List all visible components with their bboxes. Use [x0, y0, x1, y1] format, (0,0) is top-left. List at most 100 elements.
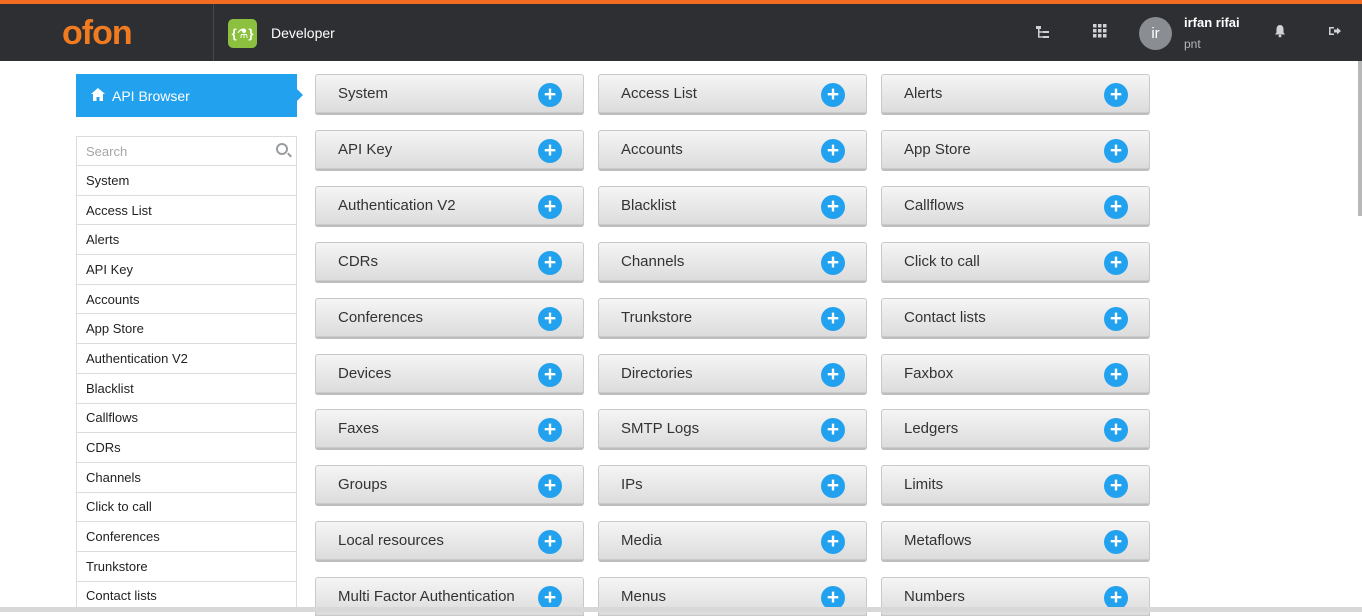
api-card-label: Ledgers [904, 420, 959, 437]
plus-icon[interactable]: + [821, 530, 845, 554]
api-card-label: Authentication V2 [338, 197, 456, 214]
api-card[interactable]: Callflows + [881, 186, 1150, 225]
api-card[interactable]: API Key + [315, 130, 584, 169]
app-name[interactable]: Developer [271, 25, 335, 41]
developer-app-icon[interactable]: {⚗} [228, 19, 257, 48]
plus-icon[interactable]: + [538, 363, 562, 387]
plus-icon[interactable]: + [1104, 251, 1128, 275]
plus-icon[interactable]: + [1104, 474, 1128, 498]
api-card-label: CDRs [338, 253, 378, 270]
api-card[interactable]: Local resources + [315, 521, 584, 560]
sidebar-item[interactable]: Trunkstore [77, 552, 296, 582]
sidebar-item[interactable]: Click to call [77, 493, 296, 523]
plus-icon[interactable]: + [538, 418, 562, 442]
sidebar-item[interactable]: Conferences [77, 522, 296, 552]
api-card[interactable]: Faxes + [315, 409, 584, 448]
tree-icon[interactable] [1034, 24, 1052, 44]
sidebar-item[interactable]: Access List [77, 196, 296, 226]
user-avatar[interactable]: ir [1139, 17, 1172, 50]
api-card[interactable]: Faxbox + [881, 354, 1150, 393]
api-card[interactable]: Contact lists + [881, 298, 1150, 337]
api-card[interactable]: Accounts + [598, 130, 867, 169]
api-card[interactable]: Blacklist + [598, 186, 867, 225]
home-icon [91, 87, 105, 104]
plus-icon[interactable]: + [1104, 418, 1128, 442]
sidebar-item[interactable]: CDRs [77, 433, 296, 463]
api-card[interactable]: SMTP Logs + [598, 409, 867, 448]
api-card[interactable]: Trunkstore + [598, 298, 867, 337]
plus-icon[interactable]: + [821, 195, 845, 219]
plus-icon[interactable]: + [538, 83, 562, 107]
api-card[interactable]: Metaflows + [881, 521, 1150, 560]
bell-icon[interactable] [1271, 24, 1289, 42]
sidebar-item[interactable]: Alerts [77, 225, 296, 256]
api-card-label: Devices [338, 365, 392, 382]
plus-icon[interactable]: + [538, 251, 562, 275]
plus-icon[interactable]: + [821, 418, 845, 442]
api-card[interactable]: Ledgers + [881, 409, 1150, 448]
api-card[interactable]: Media + [598, 521, 867, 560]
plus-icon[interactable]: + [538, 530, 562, 554]
plus-icon[interactable]: + [821, 139, 845, 163]
sidebar-item[interactable]: System [77, 166, 296, 196]
api-card[interactable]: Click to call + [881, 242, 1150, 281]
api-card-label: Trunkstore [621, 309, 693, 326]
api-card-label: Groups [338, 476, 388, 493]
apps-grid-icon[interactable] [1091, 24, 1109, 42]
ofon-logo[interactable]: ofon [62, 14, 133, 53]
plus-icon[interactable]: + [1104, 139, 1128, 163]
plus-icon[interactable]: + [821, 83, 845, 107]
api-card[interactable]: Devices + [315, 354, 584, 393]
api-browser-tab[interactable]: API Browser [76, 74, 303, 117]
plus-icon[interactable]: + [1104, 195, 1128, 219]
plus-icon[interactable]: + [538, 307, 562, 331]
api-card-label: Faxes [338, 420, 379, 437]
api-browser-label: API Browser [112, 87, 190, 104]
plus-icon[interactable]: + [1104, 307, 1128, 331]
search-input[interactable] [77, 137, 296, 165]
api-card[interactable]: Authentication V2 + [315, 186, 584, 225]
sidebar-item[interactable]: Accounts [77, 285, 296, 315]
sidebar-item[interactable]: Blacklist [77, 374, 296, 404]
plus-icon[interactable]: + [538, 195, 562, 219]
api-card[interactable]: IPs + [598, 465, 867, 504]
api-card[interactable]: Channels + [598, 242, 867, 281]
sidebar-item[interactable]: Authentication V2 [77, 344, 296, 374]
sidebar-item[interactable]: Channels [77, 463, 296, 493]
api-card[interactable]: Limits + [881, 465, 1150, 504]
sidebar-item[interactable]: App Store [77, 314, 296, 345]
api-card[interactable]: System + [315, 74, 584, 113]
api-card[interactable]: Access List + [598, 74, 867, 113]
sidebar-search [77, 137, 296, 166]
horizontal-scrollbar[interactable] [0, 607, 1362, 612]
sidebar-item[interactable]: Callflows [77, 404, 296, 434]
plus-icon[interactable]: + [821, 363, 845, 387]
api-card[interactable]: Directories + [598, 354, 867, 393]
api-card[interactable]: CDRs + [315, 242, 584, 281]
user-name[interactable]: irfan rifai [1184, 15, 1240, 30]
plus-icon[interactable]: + [538, 139, 562, 163]
vertical-scrollbar[interactable] [1358, 61, 1362, 216]
api-card-label: Callflows [904, 197, 965, 214]
plus-icon[interactable]: + [821, 251, 845, 275]
api-card-label: Multi Factor Authentication [338, 588, 515, 605]
plus-icon[interactable]: + [1104, 363, 1128, 387]
api-sidebar-list: SystemAccess ListAlertsAPI KeyAccountsAp… [76, 136, 297, 612]
plus-icon[interactable]: + [821, 307, 845, 331]
sidebar-item[interactable]: API Key [77, 255, 296, 285]
api-card[interactable]: Alerts + [881, 74, 1150, 113]
api-card[interactable]: App Store + [881, 130, 1150, 169]
plus-icon[interactable]: + [538, 474, 562, 498]
api-card[interactable]: Groups + [315, 465, 584, 504]
api-card-label: Local resources [338, 532, 444, 549]
search-icon[interactable] [276, 143, 288, 155]
plus-icon[interactable]: + [821, 474, 845, 498]
api-card-label: Access List [621, 85, 697, 102]
api-card[interactable]: Conferences + [315, 298, 584, 337]
api-card-label: Blacklist [621, 197, 677, 214]
api-card-label: System [338, 85, 389, 102]
plus-icon[interactable]: + [1104, 83, 1128, 107]
logout-icon[interactable] [1326, 24, 1344, 42]
plus-icon[interactable]: + [1104, 530, 1128, 554]
user-org: pnt [1184, 37, 1201, 51]
